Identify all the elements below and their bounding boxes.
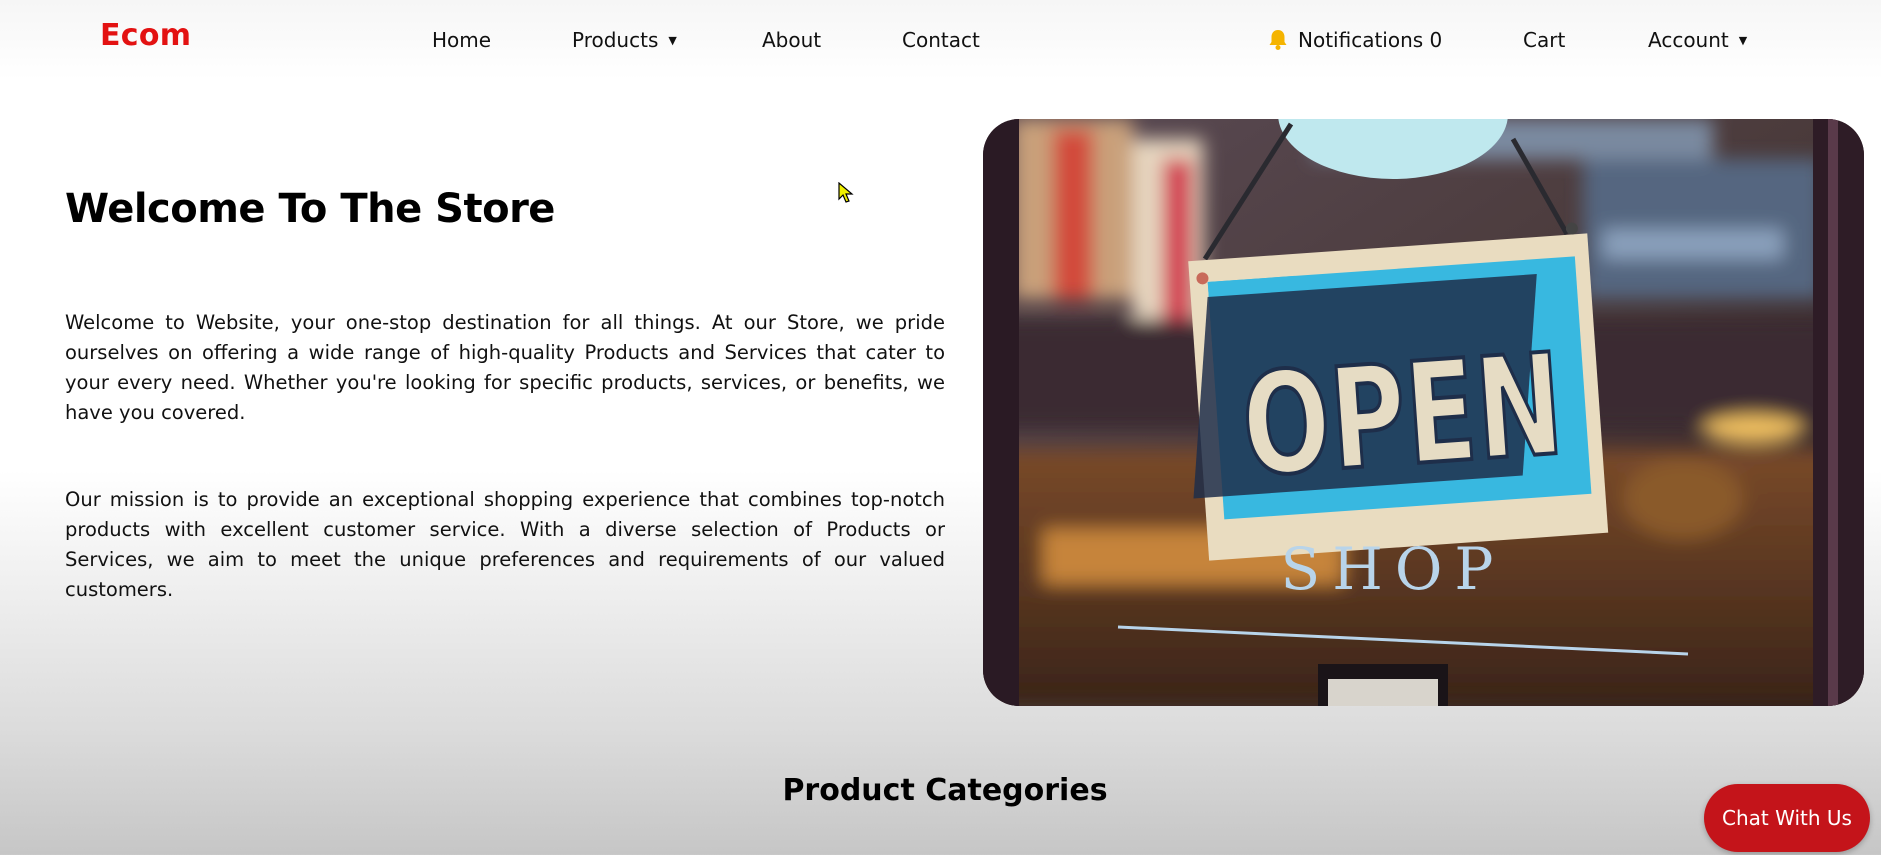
chat-with-us-button[interactable]: Chat With Us [1704,784,1870,852]
section-title-product-categories: Product Categories [782,773,1108,808]
nav-notifications-label: Notifications 0 [1298,28,1443,52]
nav-products-label: Products [572,28,659,52]
nav-home-link[interactable]: Home [432,28,491,52]
nav-notifications-link[interactable]: Notifications 0 [1268,28,1442,56]
chevron-down-icon: ▼ [1738,34,1748,47]
hero-image: OPEN SHOP [983,119,1864,706]
bell-icon [1268,29,1288,56]
nav-products-link[interactable]: Products ▼ [572,28,677,52]
sign-open-text: OPEN [1237,324,1568,509]
chevron-down-icon: ▼ [668,34,677,47]
nav-cart-link[interactable]: Cart [1523,28,1565,52]
nav-contact-link[interactable]: Contact [902,28,980,52]
hero-title: Welcome To The Store [65,186,555,232]
nav-account-label: Account [1648,28,1729,52]
brand-logo[interactable]: Ecom [100,18,191,53]
navbar: Ecom Home Products ▼ About Contact Notifi… [0,0,1881,80]
mouse-cursor-icon [838,181,854,208]
nav-account-link[interactable]: Account ▼ [1648,28,1747,52]
hero-paragraph-mission: Our mission is to provide an exceptional… [65,488,945,601]
hero-paragraph-intro: Welcome to Website, your one-stop destin… [65,311,945,424]
nav-about-link[interactable]: About [762,28,821,52]
shop-text: SHOP [1281,535,1506,603]
open-shop-sign-photo: OPEN SHOP [983,119,1864,706]
